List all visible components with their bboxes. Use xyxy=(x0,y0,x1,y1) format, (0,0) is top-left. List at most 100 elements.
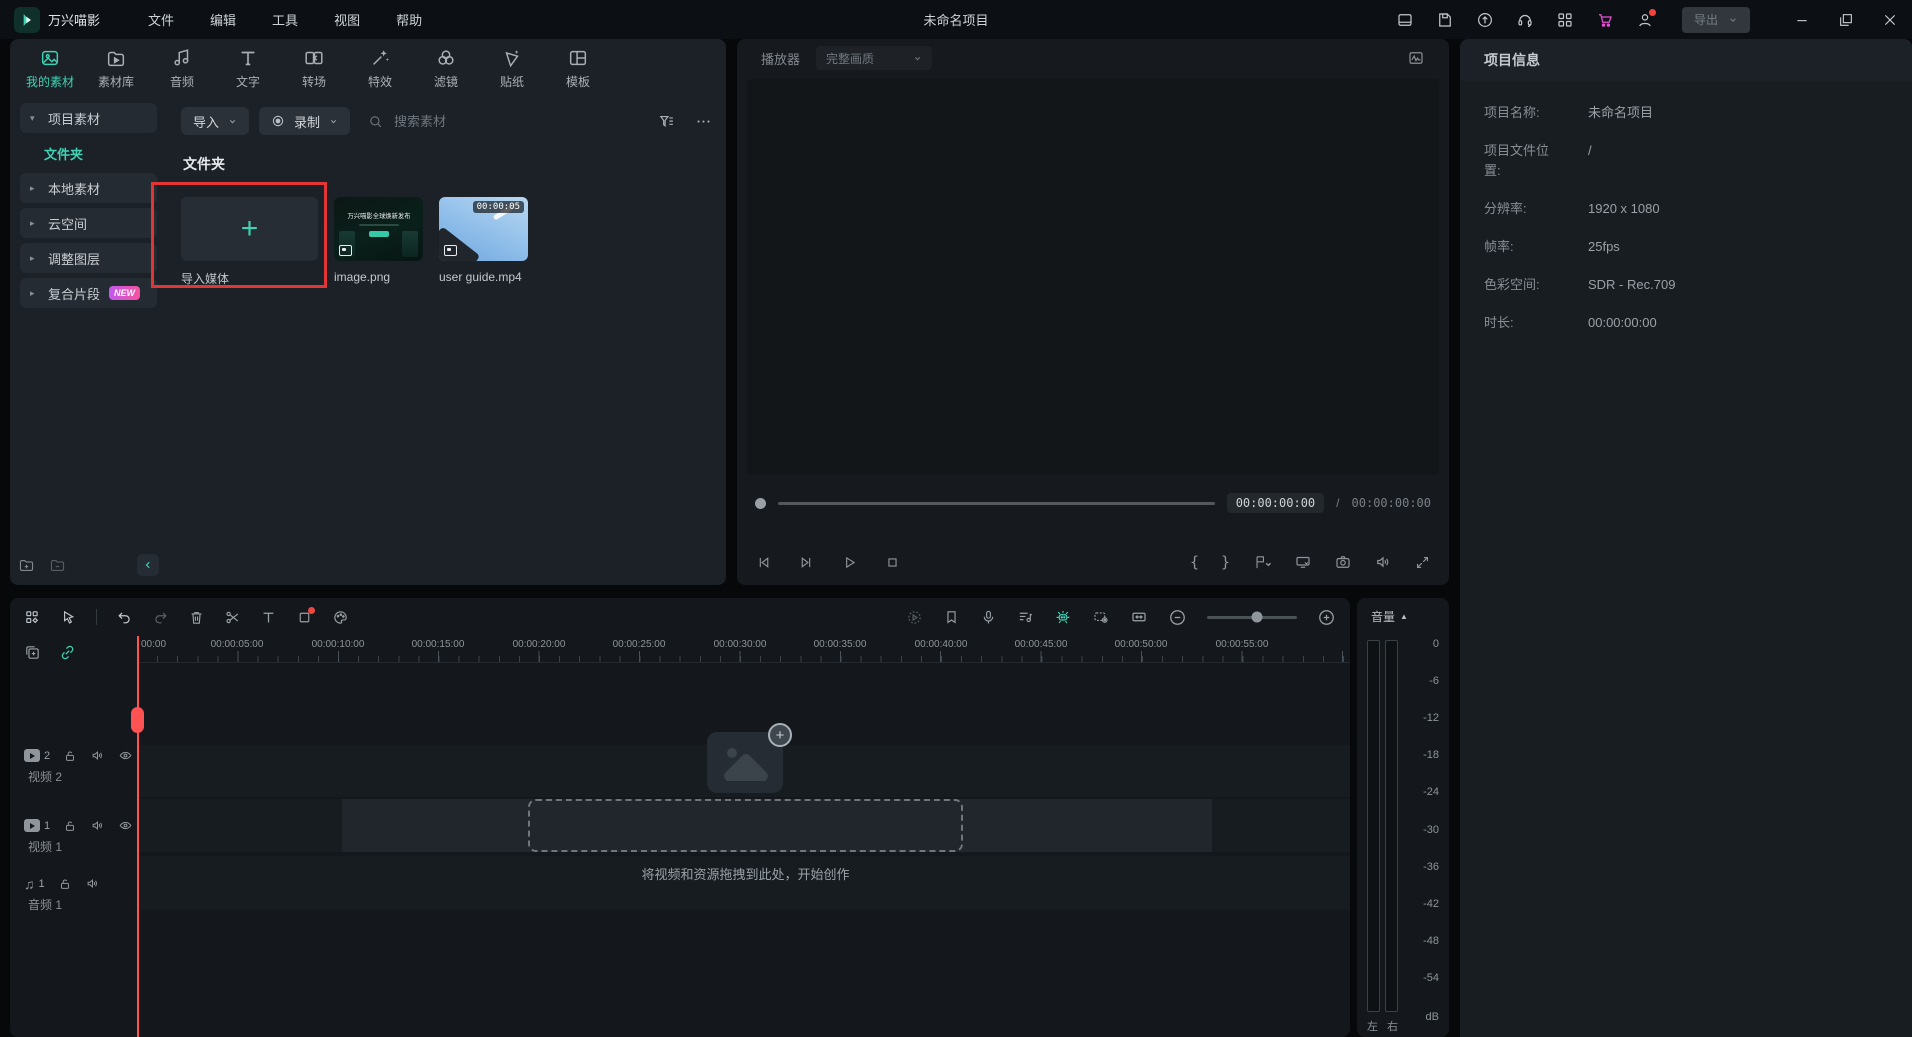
quality-dropdown[interactable]: 完整画质 xyxy=(816,46,932,70)
account-avatar-icon[interactable] xyxy=(1636,11,1654,29)
playhead-handle[interactable] xyxy=(131,707,144,733)
sidebar-item-project-materials[interactable]: ▾ 项目素材 xyxy=(20,103,157,133)
lock-track-icon[interactable] xyxy=(58,877,72,891)
close-button[interactable] xyxy=(1882,12,1898,28)
tab-audio[interactable]: 音频 xyxy=(154,47,210,90)
hide-track-icon[interactable] xyxy=(118,748,133,763)
mute-track-icon[interactable] xyxy=(90,748,105,763)
timeline-ruler[interactable]: 00:00 00:00:05:00 00:00:10:00 00:00:15:0… xyxy=(137,636,1350,663)
display-device-button[interactable] xyxy=(1294,553,1312,571)
apps-grid-icon[interactable] xyxy=(1556,11,1574,29)
timeline-marker-icon[interactable] xyxy=(943,609,960,626)
auto-ripple-link-icon[interactable] xyxy=(59,644,76,661)
play-button[interactable] xyxy=(841,554,858,571)
record-dropdown-button[interactable]: 录制 xyxy=(259,107,350,135)
save-icon[interactable] xyxy=(1436,11,1454,29)
track-label: 音频 1 xyxy=(10,896,137,913)
media-dropzone[interactable] xyxy=(528,799,963,852)
preview-waveform-icon[interactable] xyxy=(1407,49,1425,67)
tab-stock-media[interactable]: 素材库 xyxy=(88,47,144,90)
timeline-zoom-slider[interactable] xyxy=(1207,616,1297,619)
menu-tools[interactable]: 工具 xyxy=(272,10,298,29)
maximize-button[interactable] xyxy=(1838,12,1854,28)
track-header-audio1: ♫ 1 音频 1 xyxy=(10,876,137,913)
crop-mask-icon[interactable] xyxy=(296,609,313,626)
ruler-label: 00:00:20:00 xyxy=(513,639,566,650)
playhead-line[interactable] xyxy=(137,636,139,1037)
tab-templates[interactable]: 模板 xyxy=(550,47,606,90)
more-options-icon[interactable] xyxy=(695,113,712,130)
sidebar-item-cloud-space[interactable]: ▸ 云空间 xyxy=(20,208,157,238)
import-dropdown-button[interactable]: 导入 xyxy=(181,107,249,135)
minimize-button[interactable] xyxy=(1794,12,1810,28)
menu-view[interactable]: 视图 xyxy=(334,10,360,29)
tab-stickers[interactable]: 贴纸 xyxy=(484,47,540,90)
next-frame-button[interactable] xyxy=(798,554,815,571)
volume-header[interactable]: 音量 ▲ xyxy=(1371,608,1408,625)
timeline-lanes[interactable]: 00:00 00:00:05:00 00:00:10:00 00:00:15:0… xyxy=(137,636,1350,1037)
tab-my-media[interactable]: 我的素材 xyxy=(22,47,78,90)
store-cart-icon[interactable] xyxy=(1596,11,1614,29)
zoom-in-icon[interactable] xyxy=(1317,608,1336,627)
menu-help[interactable]: 帮助 xyxy=(396,10,422,29)
marker-button[interactable] xyxy=(1252,554,1272,571)
preview-range-icon[interactable] xyxy=(1092,608,1110,626)
tab-text[interactable]: 文字 xyxy=(220,47,276,90)
export-button[interactable]: 导出 xyxy=(1682,7,1750,33)
mute-track-icon[interactable] xyxy=(90,818,105,833)
zoom-slider-handle[interactable] xyxy=(1251,612,1262,623)
add-media-plus-icon[interactable]: + xyxy=(768,723,792,747)
import-media-card[interactable]: + 导入媒体 xyxy=(181,197,318,287)
lock-track-icon[interactable] xyxy=(63,819,77,833)
audio-mixer-icon[interactable] xyxy=(1017,609,1034,626)
fullscreen-button[interactable] xyxy=(1414,554,1431,571)
media-item-video[interactable]: 00:00:05 user guide.mp4 xyxy=(439,197,528,284)
search-input[interactable] xyxy=(392,113,576,130)
tab-filters[interactable]: 滤镜 xyxy=(418,47,474,90)
sidebar-item-compound-clip[interactable]: ▸ 复合片段 NEW xyxy=(20,278,157,308)
tab-transitions[interactable]: 转场 xyxy=(286,47,342,90)
media-tab-bar: 我的素材 素材库 音频 文字 转场 特效 xyxy=(10,39,726,98)
sort-filter-icon[interactable] xyxy=(658,113,675,130)
color-palette-icon[interactable] xyxy=(332,609,349,626)
mute-track-icon[interactable] xyxy=(85,876,100,891)
sidebar-item-adjustment-layer[interactable]: ▸ 调整图层 xyxy=(20,243,157,273)
voiceover-mic-icon[interactable] xyxy=(980,609,997,626)
previous-frame-button[interactable] xyxy=(755,554,772,571)
new-folder-icon[interactable] xyxy=(18,557,35,574)
smart-tools-icon[interactable] xyxy=(1054,608,1072,626)
split-scissors-icon[interactable] xyxy=(224,609,241,626)
undo-icon[interactable] xyxy=(116,609,133,626)
fit-timeline-icon[interactable] xyxy=(1130,608,1148,626)
media-item-image[interactable]: 万兴喵影全球焕新发布 image.png xyxy=(334,197,423,284)
menu-edit[interactable]: 编辑 xyxy=(210,10,236,29)
player-volume-button[interactable] xyxy=(1374,553,1392,571)
support-headset-icon[interactable] xyxy=(1516,11,1534,29)
redo-icon[interactable] xyxy=(152,609,169,626)
scrubber-handle[interactable] xyxy=(755,498,766,509)
mark-out-button[interactable]: } xyxy=(1221,553,1230,571)
select-tool-icon[interactable] xyxy=(60,609,77,626)
upload-cloud-icon[interactable] xyxy=(1476,11,1494,29)
hide-track-icon[interactable] xyxy=(118,818,133,833)
collapse-sidebar-button[interactable] xyxy=(137,554,159,576)
sidebar-item-folder-selected[interactable]: 文件夹 xyxy=(20,138,157,168)
mark-in-button[interactable]: { xyxy=(1190,553,1199,571)
text-tool-icon[interactable] xyxy=(260,609,277,626)
stop-button[interactable] xyxy=(884,554,901,571)
caret-down-icon: ▾ xyxy=(30,113,39,124)
sidebar-item-local-media[interactable]: ▸ 本地素材 xyxy=(20,173,157,203)
lock-track-icon[interactable] xyxy=(63,749,77,763)
zoom-out-icon[interactable] xyxy=(1168,608,1187,627)
tab-effects[interactable]: 特效 xyxy=(352,47,408,90)
menu-file[interactable]: 文件 xyxy=(148,10,174,29)
snapshot-camera-button[interactable] xyxy=(1334,553,1352,571)
delete-folder-icon[interactable] xyxy=(49,557,66,574)
render-preview-icon[interactable] xyxy=(906,609,923,626)
scrubber-track[interactable] xyxy=(778,502,1215,505)
add-track-icon[interactable] xyxy=(24,644,41,661)
panel-layout-icon[interactable] xyxy=(1396,11,1414,29)
card-label: 导入媒体 xyxy=(181,270,318,287)
delete-icon[interactable] xyxy=(188,609,205,626)
track-manager-icon[interactable] xyxy=(24,609,41,626)
